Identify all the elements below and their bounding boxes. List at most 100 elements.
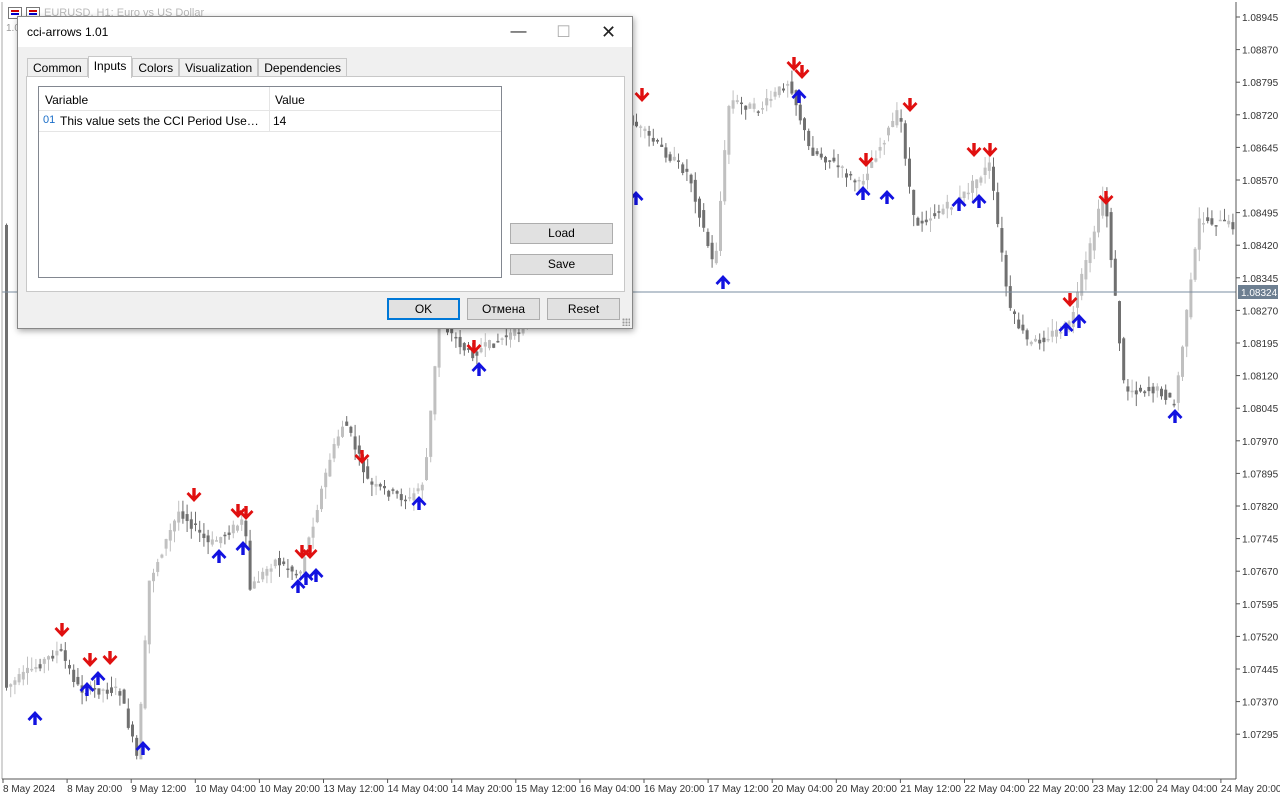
candle-body [803, 118, 806, 131]
candle-body [223, 534, 227, 537]
candle-body [105, 689, 109, 694]
column-value[interactable]: Value [275, 93, 305, 107]
candle-body [731, 100, 735, 109]
candle-body [824, 156, 827, 163]
candle-body [912, 189, 916, 215]
resize-grip-icon[interactable] [622, 318, 630, 326]
candle-body [891, 120, 895, 128]
candle-body [500, 338, 504, 340]
table-row[interactable]: 01 This value sets the CCI Period Used, … [39, 110, 501, 132]
minimize-icon[interactable]: — [496, 17, 541, 47]
candle-body [131, 724, 134, 737]
candle-body [1160, 388, 1163, 397]
price-label: 1.08645 [1242, 143, 1279, 154]
candle-body [1147, 386, 1151, 392]
candle-body [651, 137, 655, 142]
indicator-properties-dialog: cci-arrows 1.01 — ☐ ✕ Common Inputs Colo… [17, 16, 633, 329]
candle-body [937, 211, 941, 213]
time-label: 16 May 04:00 [580, 784, 641, 795]
inputs-panel: Variable Value 01 This value sets the CC… [26, 76, 625, 292]
candle-body [899, 118, 903, 122]
candle-body [475, 351, 479, 356]
candle-body [1113, 258, 1117, 296]
candle-body [294, 573, 298, 576]
close-icon[interactable]: ✕ [586, 17, 631, 47]
column-divider [269, 87, 270, 110]
price-label: 1.07595 [1242, 600, 1279, 611]
candle-body [1034, 338, 1037, 342]
candle-body [1168, 392, 1172, 398]
candle-body [647, 131, 651, 136]
candle-body [210, 539, 214, 545]
candle-body [903, 123, 907, 159]
candle-body [677, 160, 680, 162]
candle-body [521, 328, 525, 334]
candle-body [756, 111, 760, 113]
candle-body [1143, 391, 1147, 394]
price-label: 1.08570 [1242, 176, 1279, 187]
candle-body [194, 523, 197, 525]
candle-body [769, 98, 773, 101]
dialog-title: cci-arrows 1.01 [27, 25, 109, 39]
candle-body [324, 472, 328, 488]
candle-body [164, 539, 168, 549]
candle-body [68, 664, 71, 669]
tab-visualization[interactable]: Visualization [179, 58, 259, 77]
save-button[interactable]: Save [510, 254, 613, 275]
candle-body [1193, 248, 1197, 280]
candle-body [265, 568, 269, 576]
candle-body [933, 213, 937, 217]
row-value[interactable]: 14 [273, 114, 286, 128]
time-label: 20 May 04:00 [772, 784, 833, 795]
candle-body [114, 686, 118, 689]
candle-body [227, 532, 231, 536]
row-variable: This value sets the CCI Period Used, Th.… [60, 114, 265, 128]
price-label: 1.07820 [1242, 502, 1279, 513]
time-label: 15 May 12:00 [516, 784, 577, 795]
candle-body [387, 490, 391, 497]
time-label: 22 May 04:00 [965, 784, 1026, 795]
reset-button[interactable]: Reset [547, 298, 620, 320]
candle-body [509, 332, 512, 340]
candle-body [462, 343, 466, 351]
dialog-titlebar[interactable]: cci-arrows 1.01 — ☐ ✕ [18, 17, 632, 47]
cancel-button[interactable]: Отмена [467, 298, 540, 320]
column-variable[interactable]: Variable [45, 93, 88, 107]
time-label: 24 May 20:00 [1221, 784, 1280, 795]
candle-body [38, 664, 42, 669]
price-label: 1.08045 [1242, 404, 1279, 415]
price-label: 1.07295 [1242, 730, 1279, 741]
tab-common[interactable]: Common [27, 58, 88, 77]
candle-body [30, 668, 34, 671]
load-button[interactable]: Load [510, 223, 613, 244]
candle-body [1202, 223, 1205, 225]
candle-body [34, 666, 38, 669]
candle-body [819, 153, 823, 158]
candle-body [63, 650, 67, 661]
candle-body [811, 147, 815, 156]
candle-body [1038, 339, 1042, 344]
candle-body [1017, 319, 1021, 329]
candle-body [492, 343, 496, 348]
ok-button[interactable]: OK [387, 298, 460, 320]
candle-body [966, 192, 970, 195]
candle-body [332, 444, 336, 459]
candle-body [1206, 217, 1210, 222]
maximize-icon: ☐ [556, 24, 571, 41]
candle-body [126, 708, 130, 728]
tab-dependencies[interactable]: Dependencies [258, 58, 347, 77]
time-label: 21 May 12:00 [900, 784, 961, 795]
inputs-table: Variable Value 01 This value sets the CC… [38, 86, 502, 278]
candle-body [488, 340, 491, 349]
candle-body [895, 110, 899, 126]
tab-colors[interactable]: Colors [132, 58, 180, 77]
price-label: 1.07370 [1242, 698, 1279, 709]
tab-inputs[interactable]: Inputs [87, 56, 133, 78]
candle-body [761, 108, 764, 110]
candle-body [273, 559, 277, 567]
candle-body [433, 366, 437, 415]
candle-body [1176, 375, 1180, 403]
candle-body [72, 669, 76, 682]
candle-body [147, 580, 151, 645]
candle-body [458, 336, 462, 348]
